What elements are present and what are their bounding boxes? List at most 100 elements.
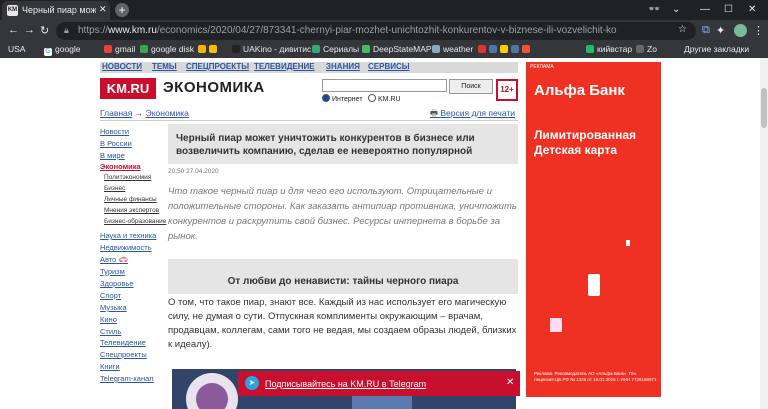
- chevron-down-icon[interactable]: ⌄: [672, 4, 680, 15]
- page-title: ЭКОНОМИКА: [163, 79, 265, 96]
- article-subhead: От любви до ненависти: тайны черного пиа…: [227, 276, 459, 287]
- uakino-icon: [232, 45, 240, 53]
- sidebar-item-health[interactable]: Здоровье: [100, 279, 133, 288]
- sidebar-item-experts[interactable]: Мнения экспертов: [104, 207, 159, 214]
- lock-icon[interactable]: 🔒︎: [64, 25, 69, 36]
- reload-icon[interactable]: ↻: [40, 24, 49, 37]
- ad-legal-text: Реклама. Рекламодатель АО «Альфа-Банк». …: [534, 371, 657, 382]
- ad-brand: Альфа Банк: [534, 82, 625, 99]
- search-input[interactable]: [322, 79, 447, 92]
- search-button[interactable]: Поиск: [449, 79, 493, 94]
- site-logo[interactable]: KM.RU: [100, 78, 156, 99]
- avatar[interactable]: [734, 24, 747, 37]
- sidebar-item-auto[interactable]: Авто 🚗︎: [100, 255, 128, 264]
- ad-banner[interactable]: [526, 62, 661, 397]
- breadcrumb-separator: →: [134, 108, 144, 118]
- other-bookmarks[interactable]: Другие закладки: [684, 44, 749, 54]
- scrollbar-thumb[interactable]: [761, 88, 767, 128]
- bookmark-google[interactable]: Ggoogle: [44, 44, 81, 56]
- bookmark-zo[interactable]: Zo: [636, 44, 657, 54]
- bookmarks-bar: USA Ggoogle gmail google disk UAKino - д…: [0, 42, 768, 58]
- sidebar-item-education[interactable]: Бизнес-образование: [104, 218, 166, 225]
- nav-special[interactable]: СПЕЦПРОЕКТЫ: [186, 62, 249, 71]
- divider: [100, 120, 518, 121]
- sidebar-item-realty[interactable]: Недвижимость: [100, 243, 152, 252]
- breadcrumb-home[interactable]: Главная: [100, 108, 132, 118]
- site-icon: [209, 45, 217, 53]
- sidebar-item-economy[interactable]: Экономика: [100, 162, 141, 171]
- gmail-icon: [104, 45, 112, 53]
- bookmark-weather[interactable]: weather: [432, 44, 473, 54]
- bookmark-icons[interactable]: [198, 44, 220, 54]
- sidebar-item-finance[interactable]: Личные финансы: [104, 196, 157, 203]
- site-icon: [636, 45, 644, 53]
- sidebar-item-tv[interactable]: Телевидение: [100, 338, 146, 347]
- breadcrumb-section[interactable]: Экономика: [146, 108, 189, 118]
- bookmark-uakino[interactable]: UAKino - дивитис: [232, 44, 311, 54]
- browser-tab[interactable]: KM Черный пиар может у ✕: [2, 1, 110, 20]
- sidebar-item-business[interactable]: Бизнес: [104, 185, 125, 192]
- car-icon: 🚗︎: [118, 255, 128, 264]
- minimize-icon[interactable]: —: [700, 4, 710, 15]
- tab-close-icon[interactable]: ✕: [99, 4, 107, 15]
- site-icon: [198, 45, 206, 53]
- vk-icon: [511, 45, 519, 53]
- tab-title: Черный пиар может у: [22, 5, 96, 15]
- telegram-link[interactable]: Подписывайтесь на KM.RU в Telegram: [265, 379, 426, 389]
- weather-icon: [432, 45, 440, 53]
- sidebar-item-tourism[interactable]: Туризм: [100, 267, 125, 276]
- radio-internet[interactable]: Интернет: [322, 94, 363, 103]
- radio-dot: [368, 94, 376, 102]
- incognito-icon[interactable]: 👓: [648, 4, 660, 15]
- age-rating-badge: 12+: [496, 79, 518, 101]
- bookmark-star-icon[interactable]: ☆: [678, 24, 687, 35]
- tab-strip: KM Черный пиар может у ✕ + 👓 ⌄ — ☐ ✕: [0, 0, 768, 20]
- google-icon: G: [44, 48, 52, 56]
- sidebar-item-style[interactable]: Стиль: [100, 327, 121, 336]
- sidebar-item-books[interactable]: Книги: [100, 362, 120, 371]
- radio-kmru[interactable]: KM.RU: [368, 94, 401, 103]
- new-tab-button[interactable]: +: [115, 3, 129, 17]
- sidebar-item-music[interactable]: Музыка: [100, 303, 127, 312]
- drive-icon: [140, 45, 148, 53]
- sidebar-item-cinema[interactable]: Кино: [100, 315, 117, 324]
- sidebar-item-news[interactable]: Новости: [100, 127, 129, 136]
- ad-headline: Лимитированная Детская карта: [534, 128, 637, 157]
- bookmark-gmail[interactable]: gmail: [104, 44, 135, 54]
- extension-icon[interactable]: ⧉: [702, 24, 710, 37]
- close-window-icon[interactable]: ✕: [748, 4, 756, 15]
- url-input[interactable]: 🔒︎ https://www.km.ru/economics/2020/04/2…: [56, 22, 696, 40]
- bookmark-kyivstar[interactable]: кийвстар: [586, 44, 632, 54]
- ad-decoration: [550, 318, 562, 332]
- youtube-icon: [478, 45, 486, 53]
- bookmark-serials[interactable]: Сериалы: [312, 44, 359, 54]
- nav-topics[interactable]: ТЕМЫ: [152, 62, 177, 71]
- ad-decoration: [626, 240, 630, 246]
- nav-services[interactable]: СЕРВИСЫ: [368, 62, 410, 71]
- sidebar-item-special[interactable]: Спецпроекты: [100, 350, 147, 359]
- nav-tv[interactable]: ТЕЛЕВИДЕНИЕ: [254, 62, 315, 71]
- article-headline: Черный пиар может уничтожить конкурентов…: [176, 133, 475, 157]
- site-nav: НОВОСТИ ТЕМЫ СПЕЦПРОЕКТЫ ТЕЛЕВИДЕНИЕ ЗНА…: [100, 62, 518, 73]
- back-icon[interactable]: ←: [8, 24, 19, 36]
- sidebar-item-science[interactable]: Наука и техника: [100, 231, 156, 240]
- sidebar-item-russia[interactable]: В России: [100, 139, 132, 148]
- sidebar-item-sport[interactable]: Спорт: [100, 291, 121, 300]
- telegram-icon: ➤: [245, 376, 259, 390]
- sidebar-item-politeconomy[interactable]: Политэкономия: [104, 174, 151, 181]
- bookmark-deepstatemap[interactable]: DeepStateMAP: [362, 44, 432, 54]
- bookmark-misc-icons[interactable]: [478, 44, 533, 54]
- forward-icon[interactable]: →: [24, 24, 35, 36]
- nav-news[interactable]: НОВОСТИ: [102, 62, 142, 71]
- nav-knowledge[interactable]: ЗНАНИЯ: [326, 62, 360, 71]
- close-icon[interactable]: ✕: [506, 377, 514, 388]
- sidebar-item-telegram[interactable]: Telegram-канал: [100, 374, 154, 383]
- puzzle-icon[interactable]: ✦: [716, 24, 725, 37]
- sidebar-item-world[interactable]: В мире: [100, 151, 125, 160]
- bookmark-usa[interactable]: USA: [8, 44, 25, 54]
- article-lead: Что такое черный пиар и для чего его исп…: [168, 186, 517, 242]
- bookmark-google-disk[interactable]: google disk: [140, 44, 194, 54]
- maximize-icon[interactable]: ☐: [724, 4, 733, 15]
- printer-icon: 🖶︎: [430, 108, 441, 118]
- menu-icon[interactable]: ⋮: [753, 24, 764, 37]
